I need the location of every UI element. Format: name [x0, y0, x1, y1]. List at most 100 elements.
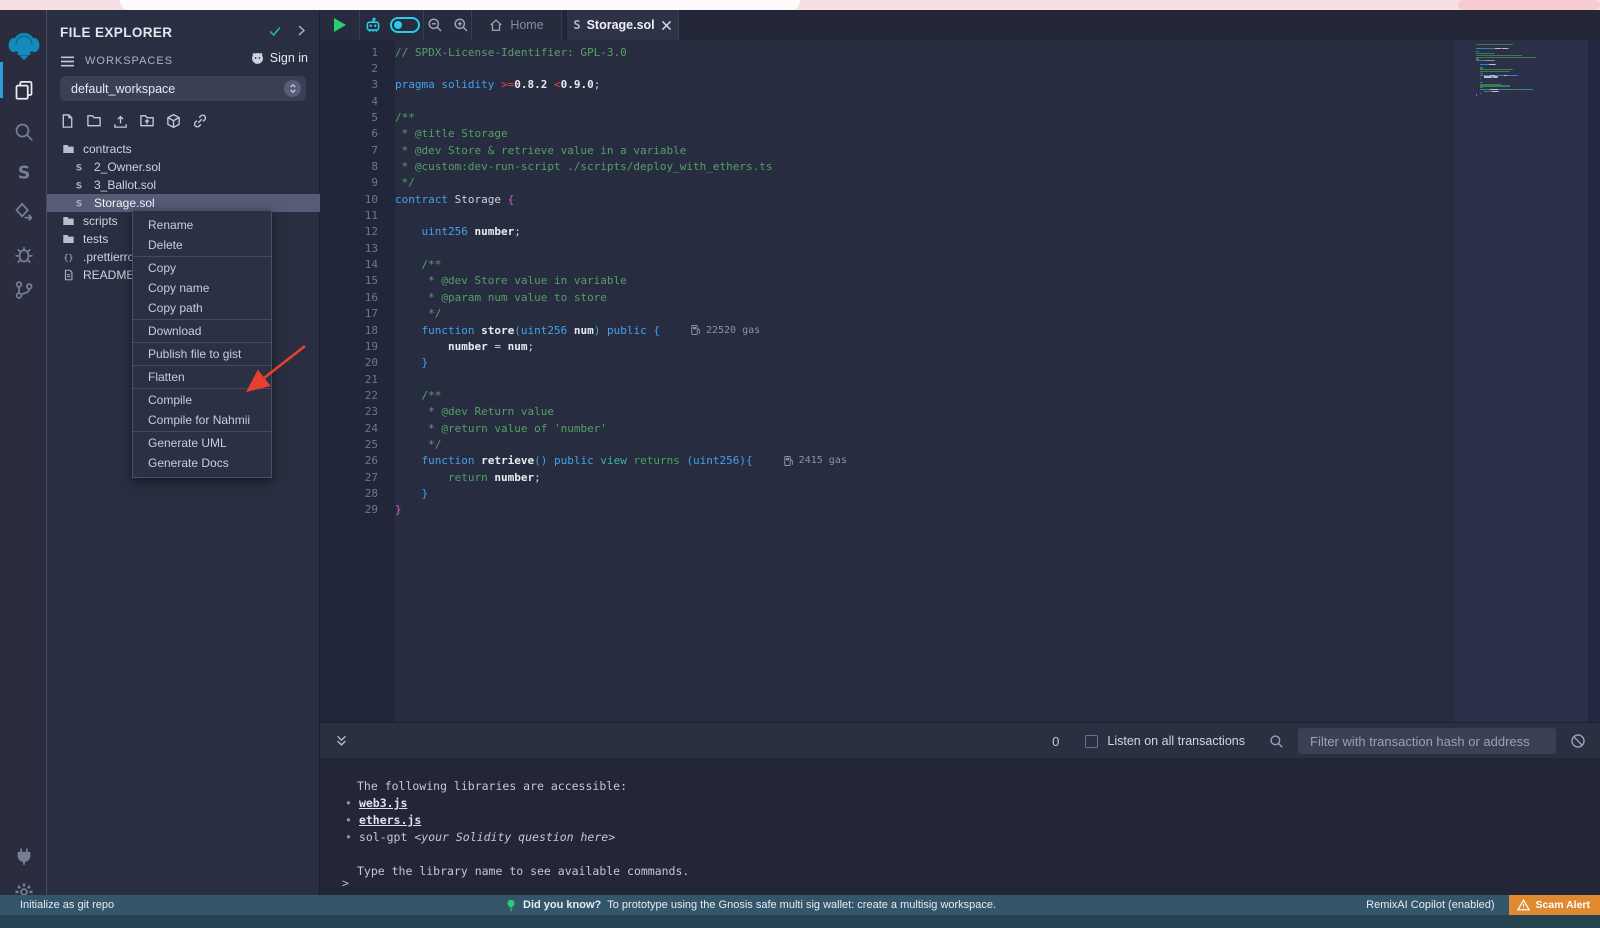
tab-home[interactable]: Home: [472, 10, 562, 40]
tab-storage-sol[interactable]: S Storage.sol: [567, 10, 679, 40]
line-number: 26: [320, 454, 395, 467]
svg-text:S: S: [76, 163, 82, 173]
code-line-1[interactable]: 1// SPDX-License-Identifier: GPL-3.0: [320, 44, 1450, 60]
plugin-manager-icon[interactable]: [0, 838, 47, 874]
code-line-25[interactable]: 25 */: [320, 436, 1450, 452]
listen-checkbox[interactable]: [1085, 735, 1098, 748]
code-line-11[interactable]: 11: [320, 207, 1450, 223]
menu-item-copy-path[interactable]: Copy path: [133, 298, 271, 318]
code-line-8[interactable]: 8 * @custom:dev-run-script ./scripts/dep…: [320, 158, 1450, 174]
menu-item-compile[interactable]: Compile: [133, 390, 271, 410]
code-text: // SPDX-License-Identifier: GPL-3.0: [395, 46, 627, 59]
ai-copilot-robot-icon[interactable]: [364, 16, 382, 34]
code-line-24[interactable]: 24 * @return value of 'number': [320, 420, 1450, 436]
code-line-21[interactable]: 21: [320, 371, 1450, 387]
copilot-status[interactable]: RemixAI Copilot (enabled): [1366, 899, 1494, 911]
code-line-13[interactable]: 13: [320, 240, 1450, 256]
code-text: * @dev Store & retrieve value in a varia…: [395, 144, 686, 157]
create-new-file-icon[interactable]: [60, 113, 75, 129]
menu-item-flatten[interactable]: Flatten: [133, 367, 271, 387]
menu-item-rename[interactable]: Rename: [133, 215, 271, 235]
code-line-14[interactable]: 14 /**: [320, 256, 1450, 272]
code-line-6[interactable]: 6 * @title Storage: [320, 126, 1450, 142]
chevron-right-icon[interactable]: [295, 24, 308, 37]
terminal-output[interactable]: The following libraries are accessible:•…: [320, 758, 1600, 895]
file-tree-item-2-owner-sol[interactable]: S 2_Owner.sol: [47, 158, 320, 176]
workspaces-menu-icon[interactable]: [60, 55, 75, 68]
menu-item-generate-docs[interactable]: Generate Docs: [133, 453, 271, 473]
menu-item-copy-name[interactable]: Copy name: [133, 278, 271, 298]
file-tree-item-3-ballot-sol[interactable]: S3_Ballot.sol: [47, 176, 320, 194]
code-line-4[interactable]: 4: [320, 93, 1450, 109]
library-link[interactable]: web3.js: [359, 796, 407, 810]
code-line-15[interactable]: 15 * @dev Store value in variable: [320, 273, 1450, 289]
file-explorer-icon[interactable]: [0, 72, 47, 108]
code-editor[interactable]: 1// SPDX-License-Identifier: GPL-3.023pr…: [320, 40, 1600, 722]
code-line-3[interactable]: 3pragma solidity >=0.8.2 <0.9.0;: [320, 77, 1450, 93]
code-line-27[interactable]: 27 return number;: [320, 469, 1450, 485]
scam-alert-button[interactable]: Scam Alert: [1509, 895, 1600, 915]
run-script-button[interactable]: [334, 18, 346, 32]
library-link[interactable]: ethers.js: [359, 813, 421, 827]
code-line-18[interactable]: 18 function store(uint256 num) public {2…: [320, 322, 1450, 338]
close-tab-icon[interactable]: [661, 20, 672, 31]
menu-item-generate-uml[interactable]: Generate UML: [133, 433, 271, 453]
search-icon[interactable]: [0, 114, 47, 150]
upload-files-icon[interactable]: [113, 113, 128, 129]
code-line-7[interactable]: 7 * @dev Store & retrieve value in a var…: [320, 142, 1450, 158]
menu-item-delete[interactable]: Delete: [133, 235, 271, 255]
solidity-compiler-icon[interactable]: S: [0, 154, 47, 190]
menu-item-download[interactable]: Download: [133, 321, 271, 341]
menu-item-compile-for-nahmii[interactable]: Compile for Nahmii: [133, 410, 271, 430]
code-line-2[interactable]: 2: [320, 60, 1450, 76]
sign-in-button[interactable]: Sign in: [250, 51, 308, 65]
code-line-20[interactable]: 20 }: [320, 355, 1450, 371]
create-new-folder-icon[interactable]: [86, 113, 102, 129]
copilot-toggle[interactable]: [390, 17, 420, 33]
expand-terminal-icon[interactable]: [335, 734, 348, 748]
code-line-22[interactable]: 22 /**: [320, 387, 1450, 403]
code-line-17[interactable]: 17 */: [320, 306, 1450, 322]
file-tree-item-contracts[interactable]: contracts: [47, 140, 320, 158]
code-line-10[interactable]: 10contract Storage {: [320, 191, 1450, 207]
menu-item-publish-file-to-gist[interactable]: Publish file to gist: [133, 344, 271, 364]
deploy-and-run-icon[interactable]: [0, 194, 47, 230]
file-label: 2_Owner.sol: [94, 160, 161, 174]
load-from-ipfs-icon[interactable]: [166, 113, 181, 129]
line-number: 13: [320, 242, 395, 255]
menu-item-copy[interactable]: Copy: [133, 258, 271, 278]
remix-logo-icon[interactable]: [0, 28, 47, 64]
line-number: 22: [320, 389, 395, 402]
line-number: 3: [320, 78, 395, 91]
debugger-icon[interactable]: [0, 236, 47, 272]
code-line-16[interactable]: 16 * @param num value to store: [320, 289, 1450, 305]
code-line-19[interactable]: 19 number = num;: [320, 338, 1450, 354]
clear-console-icon[interactable]: [1570, 733, 1586, 749]
code-text: /**: [395, 111, 415, 124]
svg-text:S: S: [17, 163, 30, 182]
code-line-26[interactable]: 26 function retrieve() public view retur…: [320, 453, 1450, 469]
line-number: 6: [320, 127, 395, 140]
code-line-12[interactable]: 12 uint256 number;: [320, 224, 1450, 240]
code-line-9[interactable]: 9 */: [320, 175, 1450, 191]
workspace-select-arrows-icon[interactable]: [284, 80, 301, 97]
zoom-in-icon[interactable]: [453, 17, 469, 33]
code-line-5[interactable]: 5/**: [320, 109, 1450, 125]
transaction-filter-input[interactable]: [1298, 728, 1556, 754]
menu-divider: [133, 256, 271, 257]
import-from-url-icon[interactable]: [192, 113, 208, 129]
code-line-23[interactable]: 23 * @dev Return value: [320, 404, 1450, 420]
minimap-strip[interactable]: [1452, 40, 1588, 722]
workspace-select[interactable]: default_workspace: [60, 76, 306, 101]
minimap[interactable]: [1476, 44, 1586, 96]
code-line-28[interactable]: 28 }: [320, 485, 1450, 501]
upload-folder-icon[interactable]: [139, 113, 155, 129]
git-icon[interactable]: [0, 272, 47, 308]
zoom-out-icon[interactable]: [427, 17, 443, 33]
code-text: */: [395, 438, 441, 451]
search-icon[interactable]: [1269, 734, 1284, 749]
code-line-29[interactable]: 29}: [320, 502, 1450, 518]
code-text: * @title Storage: [395, 127, 508, 140]
git-init-button[interactable]: Initialize as git repo: [20, 899, 114, 911]
terminal-prompt[interactable]: >: [342, 876, 349, 890]
